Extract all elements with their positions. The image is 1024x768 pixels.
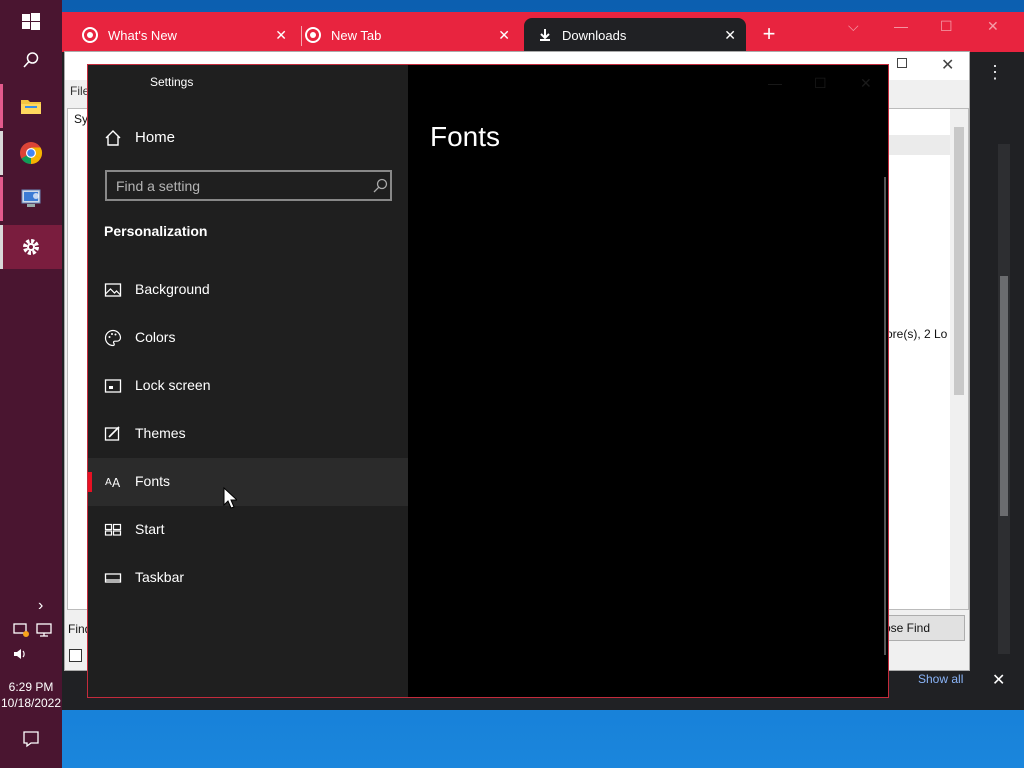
nav-colors[interactable]: Colors — [88, 314, 408, 362]
search-box[interactable] — [105, 170, 392, 201]
chrome-button[interactable] — [0, 131, 62, 175]
page-title: Fonts — [430, 121, 501, 152]
chevron-right-icon[interactable]: › — [38, 597, 56, 614]
nav-fonts[interactable]: AA Fonts — [88, 458, 408, 506]
tab-label: Downloads — [562, 27, 627, 43]
tab-downloads[interactable]: Downloads ✕ — [524, 18, 746, 52]
tab-label: What's New — [108, 27, 177, 43]
windows-start-icon — [22, 13, 40, 30]
show-all-link[interactable]: Show all — [918, 672, 963, 686]
system-info-icon — [21, 189, 41, 207]
taskbar: › 6:29 PM 10/18/2022 — [0, 0, 62, 768]
close-icon[interactable]: ✕ — [860, 75, 872, 92]
maximize-icon[interactable] — [897, 58, 907, 68]
settings-icon — [23, 239, 39, 255]
nav-taskbar[interactable]: Taskbar — [88, 554, 408, 602]
tab-close-icon[interactable]: ✕ — [275, 27, 287, 44]
nav-background[interactable]: Background — [88, 266, 408, 314]
chevron-down-icon[interactable]: ⌵ — [848, 18, 859, 35]
nav-label: Home — [135, 129, 176, 146]
nav-label: Background — [135, 281, 210, 297]
section-heading: Personalization — [104, 223, 208, 239]
minimize-icon[interactable]: — — [768, 75, 782, 91]
new-tab-button[interactable]: + — [757, 22, 781, 46]
tab-whats-new[interactable]: What's New ✕ — [82, 18, 297, 52]
display-icon[interactable] — [36, 622, 54, 638]
window-title: Settings — [150, 75, 194, 89]
chrome-tab-icon — [82, 27, 98, 43]
content-scrollbar[interactable] — [884, 177, 886, 655]
file-explorer-button[interactable] — [0, 84, 62, 128]
sysinfo-details-list[interactable]: ore(s), 2 Lo — [885, 108, 969, 610]
tree-root-label[interactable]: Sy — [74, 112, 88, 126]
chrome-tab-bar: What's New ✕ New Tab ✕ Downloads ✕ + ⌵ —… — [62, 12, 1024, 52]
settings-button[interactable] — [0, 225, 62, 269]
mouse-cursor-icon — [223, 487, 237, 509]
palette-icon — [104, 329, 122, 347]
search-button[interactable] — [0, 38, 62, 82]
tab-separator — [301, 26, 302, 46]
nav-themes[interactable]: Themes — [88, 410, 408, 458]
svg-text:A: A — [105, 477, 112, 488]
download-bar-close-icon[interactable]: ✕ — [992, 670, 1005, 690]
tab-close-icon[interactable]: ✕ — [498, 27, 510, 44]
system-info-button[interactable] — [0, 177, 62, 221]
start-icon — [104, 523, 122, 536]
tab-label: New Tab — [331, 27, 382, 43]
nav-label: Start — [135, 521, 165, 537]
search-selected-checkbox[interactable] — [69, 649, 82, 662]
chrome-tab-icon — [305, 27, 321, 43]
close-icon[interactable]: ✕ — [941, 55, 954, 75]
lock-screen-icon — [104, 379, 122, 393]
nav-home[interactable]: Home — [88, 114, 408, 162]
chrome-scrollbar[interactable] — [998, 144, 1010, 654]
close-find-button[interactable]: ose Find — [877, 615, 965, 641]
chrome-icon — [20, 142, 42, 164]
tab-close-icon[interactable]: ✕ — [724, 27, 736, 44]
network-icon[interactable] — [12, 622, 30, 638]
picture-icon — [104, 283, 122, 297]
themes-icon — [104, 426, 120, 441]
selected-row[interactable] — [886, 135, 950, 155]
nav-start[interactable]: Start — [88, 506, 408, 554]
scrollbar-thumb[interactable] — [1000, 276, 1008, 516]
selection-indicator — [88, 472, 92, 492]
nav-label: Colors — [135, 329, 176, 345]
download-icon — [540, 29, 550, 41]
minimize-icon[interactable]: — — [894, 18, 908, 34]
fonts-icon: AA — [105, 476, 121, 490]
file-explorer-icon — [21, 100, 41, 114]
nav-lock-screen[interactable]: Lock screen — [88, 362, 408, 410]
search-input[interactable] — [116, 176, 356, 196]
settings-nav-pane: Settings Home Personalization Background… — [88, 65, 408, 697]
settings-window: Settings Home Personalization Background… — [87, 64, 889, 698]
maximize-icon[interactable]: ☐ — [814, 75, 827, 92]
details-cell: ore(s), 2 Lo — [886, 327, 948, 341]
maximize-icon[interactable]: ☐ — [940, 18, 953, 35]
nav-label: Fonts — [135, 473, 171, 489]
search-icon[interactable] — [372, 178, 388, 194]
home-icon — [105, 130, 121, 146]
details-scrollbar[interactable] — [950, 109, 968, 609]
clock-date: 10/18/2022 — [0, 696, 62, 710]
close-icon[interactable]: ✕ — [987, 18, 999, 35]
notification-icon[interactable] — [22, 730, 40, 748]
volume-icon[interactable] — [12, 646, 30, 662]
svg-text:A: A — [112, 476, 121, 490]
search-icon — [23, 52, 39, 68]
nav-label: Lock screen — [135, 377, 211, 393]
clock-time: 6:29 PM — [8, 680, 54, 694]
chrome-menu-icon[interactable]: ⋮ — [986, 62, 1004, 83]
nav-label: Taskbar — [135, 569, 185, 585]
tab-new-tab[interactable]: New Tab ✕ — [305, 18, 520, 52]
download-bar: Show all ✕ — [888, 670, 1024, 694]
taskbar-icon — [104, 573, 122, 583]
clock[interactable]: 6:29 PM 10/18/2022 — [0, 679, 62, 711]
scrollbar-thumb[interactable] — [954, 127, 964, 395]
nav-label: Themes — [135, 425, 186, 441]
